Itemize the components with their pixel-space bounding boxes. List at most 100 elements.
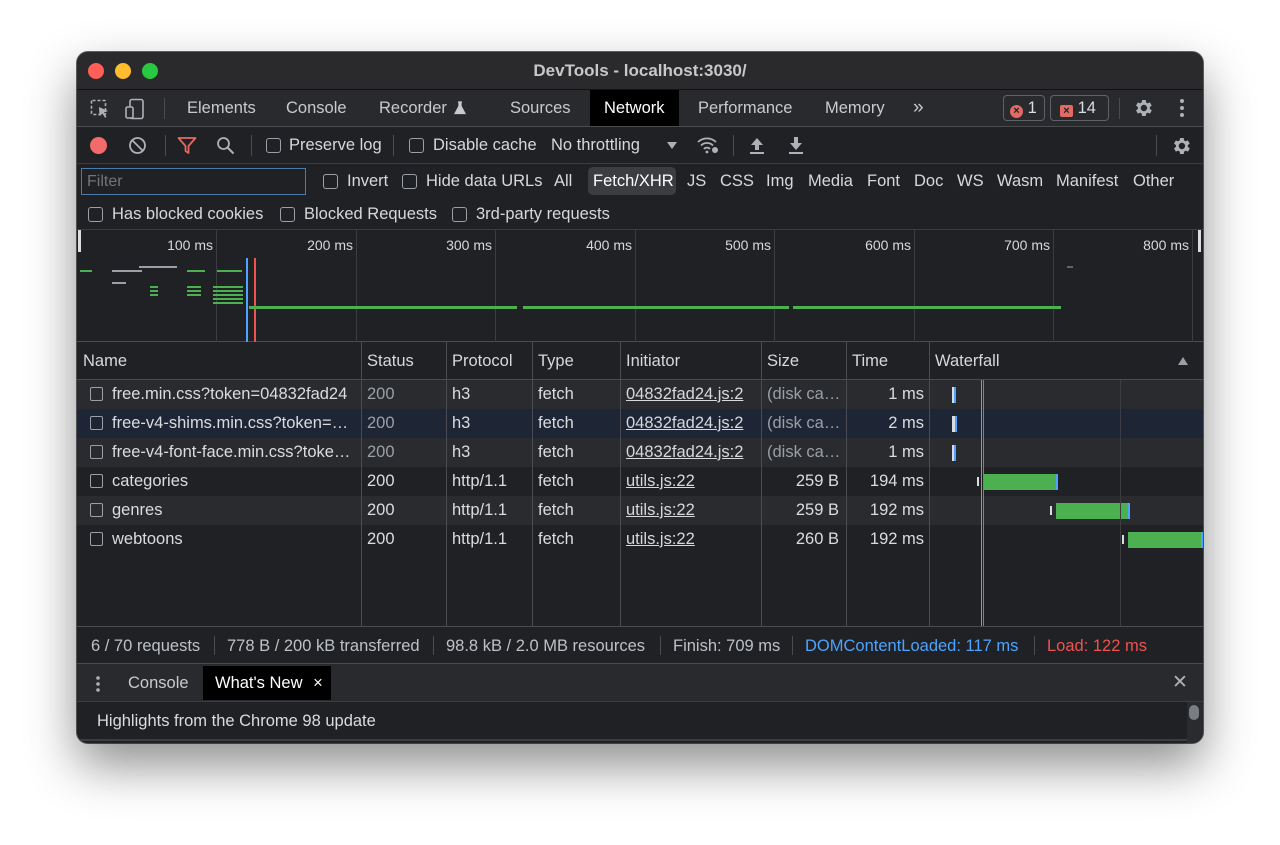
type-filter-img[interactable]: Img (766, 172, 794, 191)
search-icon[interactable] (216, 136, 235, 155)
hide-data-urls-label: Hide data URLs (426, 172, 543, 190)
minimize-window-button[interactable] (115, 63, 131, 79)
hide-data-urls-checkbox[interactable] (402, 174, 417, 189)
column-status[interactable]: Status (361, 342, 414, 380)
cell-name: genres (112, 501, 163, 519)
requests-table-header: Name Status Protocol Type Initiator Size… (77, 342, 1203, 380)
cell-protocol: h3 (452, 443, 471, 461)
close-tab-icon[interactable]: × (313, 674, 323, 692)
type-filter-js[interactable]: JS (687, 172, 706, 191)
type-filter-other[interactable]: Other (1133, 172, 1174, 191)
column-initiator[interactable]: Initiator (620, 342, 680, 380)
drawer-menu-icon[interactable] (95, 675, 101, 693)
table-row[interactable]: webtoons 200 http/1.1 fetch utils.js:22 260 B… (77, 525, 1203, 554)
table-row[interactable]: genres 200 http/1.1 fetch utils.js:22 259 B 19… (77, 496, 1203, 525)
table-row[interactable]: free.min.css?token=04832fad24 200 h3 fetch 0… (77, 380, 1203, 409)
window-title: DevTools - localhost:3030/ (533, 61, 747, 80)
cell-initiator[interactable]: utils.js:22 (626, 467, 756, 496)
type-filter-media[interactable]: Media (808, 172, 853, 191)
export-har-icon[interactable] (788, 136, 804, 155)
overview-right-handle[interactable] (1198, 230, 1201, 252)
more-options-icon[interactable] (1176, 98, 1188, 118)
resources-size: 98.8 kB / 2.0 MB resources (446, 637, 646, 655)
tab-memory[interactable]: Memory (825, 90, 885, 126)
tab-performance[interactable]: Performance (698, 90, 792, 126)
cell-initiator[interactable]: 04832fad24.js:2 (626, 380, 756, 409)
type-filter-font[interactable]: Font (867, 172, 900, 191)
overview-tick: 700 ms (1004, 237, 1050, 253)
table-row[interactable]: categories 200 http/1.1 fetch utils.js:22 259… (77, 467, 1203, 496)
network-settings-gear-icon[interactable] (1170, 135, 1192, 157)
issues-count: 14 (1077, 99, 1096, 117)
table-row[interactable]: free-v4-shims.min.css?token=… 200 h3 fetch 0… (77, 409, 1203, 438)
network-conditions-icon[interactable] (696, 135, 720, 155)
close-window-button[interactable] (88, 63, 104, 79)
clear-icon[interactable] (128, 136, 147, 155)
drawer-tab-console[interactable]: Console (128, 664, 189, 702)
type-filter-manifest[interactable]: Manifest (1056, 172, 1118, 191)
column-time[interactable]: Time (846, 342, 888, 380)
cell-status: 200 (367, 472, 395, 490)
overview-left-handle[interactable] (78, 230, 81, 252)
preserve-log-checkbox[interactable] (266, 138, 281, 153)
column-protocol[interactable]: Protocol (446, 342, 513, 380)
title-bar: DevTools - localhost:3030/ (77, 52, 1203, 90)
type-filter-doc[interactable]: Doc (914, 172, 943, 191)
blocked-requests-checkbox[interactable] (280, 207, 295, 222)
issues-badge[interactable]: × 14 (1050, 95, 1109, 121)
sort-ascending-icon[interactable] (1177, 356, 1189, 366)
overview-tick: 400 ms (586, 237, 632, 253)
cell-protocol: h3 (452, 414, 471, 432)
tab-sources[interactable]: Sources (510, 90, 571, 126)
filter-icon[interactable] (177, 136, 197, 155)
cell-time: 1 ms (888, 385, 924, 403)
device-toolbar-icon[interactable] (125, 98, 145, 120)
disable-cache-checkbox[interactable] (409, 138, 424, 153)
table-row[interactable]: free-v4-font-face.min.css?toke… 200 h3 fetc… (77, 438, 1203, 467)
import-har-icon[interactable] (749, 136, 765, 155)
type-filter-css[interactable]: CSS (720, 172, 754, 191)
column-name[interactable]: Name (77, 342, 127, 380)
close-drawer-icon[interactable]: ✕ (1172, 664, 1188, 702)
overview-tick: 600 ms (865, 237, 911, 253)
overview-timeline[interactable]: 100 ms 200 ms 300 ms 400 ms 500 ms 600 m… (77, 230, 1203, 342)
tab-console[interactable]: Console (286, 90, 347, 126)
more-tabs-icon[interactable]: » (913, 90, 924, 126)
cell-initiator[interactable]: utils.js:22 (626, 496, 756, 525)
drawer-tab-bar: Console What's New × ✕ (77, 664, 1203, 702)
errors-badge[interactable]: × 1 (1003, 95, 1045, 121)
invert-checkbox[interactable] (323, 174, 338, 189)
finish-time: Finish: 709 ms (673, 637, 781, 655)
drawer-scrollbar-thumb[interactable] (1189, 705, 1199, 720)
flask-icon (454, 101, 467, 115)
dom-content-loaded-time: DOMContentLoaded: 117 ms (805, 637, 1019, 655)
cell-initiator[interactable]: 04832fad24.js:2 (626, 409, 756, 438)
dom-content-loaded-marker (246, 258, 248, 342)
has-blocked-cookies-checkbox[interactable] (88, 207, 103, 222)
record-button[interactable] (90, 137, 107, 154)
tab-network[interactable]: Network (590, 90, 679, 126)
column-type[interactable]: Type (532, 342, 574, 380)
drawer-tab-whats-new[interactable]: What's New × (203, 666, 331, 700)
filter-input[interactable] (81, 168, 306, 195)
cell-name: webtoons (112, 530, 183, 548)
throttling-select[interactable]: No throttling (551, 136, 640, 155)
settings-gear-icon[interactable] (1132, 97, 1154, 119)
type-filter-all[interactable]: All (554, 172, 572, 191)
zoom-window-button[interactable] (142, 63, 158, 79)
third-party-requests-label: 3rd-party requests (476, 205, 610, 223)
tab-recorder[interactable]: Recorder (379, 90, 467, 126)
inspect-element-icon[interactable] (90, 99, 110, 119)
cell-initiator[interactable]: utils.js:22 (626, 525, 756, 554)
type-filter-wasm[interactable]: Wasm (997, 172, 1043, 191)
tab-elements[interactable]: Elements (187, 90, 256, 126)
type-filter-fetch-xhr[interactable]: Fetch/XHR (593, 172, 674, 191)
cell-time: 2 ms (888, 414, 924, 432)
chevron-down-icon[interactable] (666, 141, 678, 150)
type-filter-ws[interactable]: WS (957, 172, 984, 191)
cell-initiator[interactable]: 04832fad24.js:2 (626, 438, 756, 467)
column-waterfall[interactable]: Waterfall (929, 342, 1000, 380)
column-size[interactable]: Size (761, 342, 799, 380)
third-party-requests-checkbox[interactable] (452, 207, 467, 222)
resource-file-icon (90, 387, 103, 401)
